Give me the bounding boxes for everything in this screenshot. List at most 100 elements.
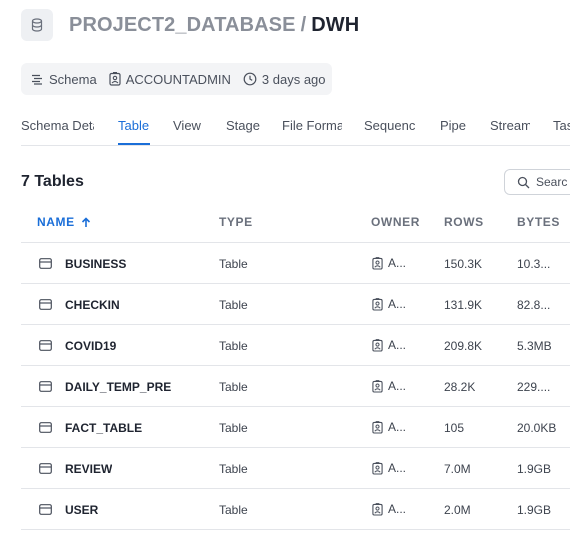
- column-header-name-label: NAME: [37, 215, 75, 229]
- owner-role-icon: [372, 256, 388, 270]
- column-header-name[interactable]: NAME: [37, 215, 91, 229]
- meta-kind-label: Schema: [49, 71, 97, 87]
- meta-owner: ACCOUNTADMIN: [109, 72, 231, 87]
- table-icon: [39, 256, 52, 274]
- page-title: PROJECT2_DATABASE / DWH: [69, 14, 359, 37]
- tab-sequence[interactable]: Sequenc: [364, 118, 417, 140]
- table-name[interactable]: REVIEW: [65, 462, 112, 476]
- table-icon: [39, 420, 52, 438]
- column-header-owner[interactable]: OWNER: [371, 215, 420, 229]
- owner-role-icon: [372, 461, 388, 475]
- object-tabs: Schema Deta Table View Stage File Forma …: [21, 112, 570, 146]
- table-owner-label: A...: [388, 461, 407, 475]
- table-owner: A...: [372, 461, 406, 475]
- table-bytes: 10.3...: [517, 257, 551, 271]
- sort-ascending-icon: [81, 216, 90, 227]
- schema-icon: [32, 74, 42, 85]
- table-icon: [39, 379, 52, 397]
- tab-table[interactable]: Table: [118, 118, 149, 140]
- owner-role-icon: [372, 338, 388, 352]
- owner-role-icon: [372, 297, 388, 311]
- table-row[interactable]: FACT_TABLE Table A... 105 20.0KB: [21, 406, 570, 447]
- table-owner-label: A...: [388, 502, 407, 516]
- search-icon: [517, 176, 530, 188]
- breadcrumb-database[interactable]: PROJECT2_DATABASE: [69, 14, 296, 36]
- owner-role-icon: [372, 502, 388, 516]
- table-type: Table: [219, 380, 248, 394]
- active-tab-indicator: [118, 143, 150, 145]
- table-row[interactable]: REVIEW Table A... 7.0M 1.9GB: [21, 447, 570, 488]
- table-row[interactable]: COVID19 Table A... 209.8K 5.3MB: [21, 324, 570, 365]
- table-type: Table: [219, 462, 248, 476]
- table-rows: 209.8K: [444, 339, 483, 353]
- column-header-rows[interactable]: ROWS: [444, 215, 484, 229]
- table-bytes: 229....: [517, 380, 551, 394]
- column-header-type[interactable]: TYPE: [219, 215, 253, 229]
- table-name[interactable]: USER: [65, 503, 98, 517]
- table-bytes: 5.3MB: [517, 339, 552, 353]
- tab-file-format[interactable]: File Forma: [282, 118, 342, 140]
- table-icon: [39, 338, 52, 356]
- table-rows: 2.0M: [444, 503, 471, 517]
- meta-updated: 3 days ago: [243, 72, 326, 87]
- meta-kind: Schema: [31, 72, 97, 87]
- table-rows: 7.0M: [444, 462, 471, 476]
- table-rows: 105: [444, 421, 465, 435]
- clock-icon: [243, 72, 257, 86]
- table-rows: 28.2K: [444, 380, 476, 394]
- table-name[interactable]: FACT_TABLE: [65, 421, 142, 435]
- table-icon: [39, 297, 52, 315]
- table-owner-label: A...: [388, 420, 407, 434]
- table-name[interactable]: COVID19: [65, 339, 116, 353]
- table-count: 7 Tables: [21, 173, 84, 190]
- breadcrumb-separator: /: [300, 13, 307, 36]
- table-owner: A...: [372, 379, 406, 393]
- table-bytes: 1.9GB: [517, 462, 552, 476]
- table-bottom-divider: [21, 529, 570, 530]
- table-type: Table: [219, 298, 248, 312]
- search-label: Searc: [536, 175, 568, 189]
- table-rows: 131.9K: [444, 298, 483, 312]
- owner-role-icon: [372, 379, 388, 393]
- meta-updated-label: 3 days ago: [261, 71, 326, 87]
- table-row[interactable]: BUSINESS Table A... 150.3K 10.3...: [21, 242, 570, 283]
- search-button[interactable]: Searc: [504, 169, 570, 195]
- table-name[interactable]: CHECKIN: [65, 298, 120, 312]
- meta-owner-label: ACCOUNTADMIN: [125, 71, 231, 87]
- table-row[interactable]: CHECKIN Table A... 131.9K 82.8...: [21, 283, 570, 324]
- table-row[interactable]: USER Table A... 2.0M 1.9GB: [21, 488, 570, 529]
- table-owner: A...: [372, 502, 406, 516]
- table-type: Table: [219, 339, 248, 353]
- table-name[interactable]: DAILY_TEMP_PRE: [65, 380, 171, 394]
- table-bytes: 1.9GB: [517, 503, 552, 517]
- tab-view[interactable]: View: [173, 118, 201, 140]
- tab-stream[interactable]: Stream: [490, 118, 530, 140]
- table-icon: [39, 461, 52, 479]
- tab-task[interactable]: Tas: [553, 118, 570, 140]
- tab-schema-details[interactable]: Schema Deta: [21, 118, 94, 140]
- table-name[interactable]: BUSINESS: [65, 257, 126, 271]
- table-owner: A...: [372, 420, 406, 434]
- table-type: Table: [219, 421, 248, 435]
- table-type: Table: [219, 257, 248, 271]
- table-owner: A...: [372, 297, 406, 311]
- table-row[interactable]: DAILY_TEMP_PRE Table A... 28.2K 229....: [21, 365, 570, 406]
- column-header-bytes[interactable]: BYTES: [517, 215, 560, 229]
- table-bytes: 82.8...: [517, 298, 551, 312]
- breadcrumb-schema: DWH: [311, 13, 360, 36]
- tab-pipe[interactable]: Pipe: [440, 118, 466, 140]
- user-badge-icon: [109, 72, 121, 86]
- tab-stage[interactable]: Stage: [226, 118, 260, 140]
- table-owner: A...: [372, 256, 406, 270]
- table-owner: A...: [372, 338, 406, 352]
- table-owner-label: A...: [388, 256, 407, 270]
- page-header: PROJECT2_DATABASE / DWH: [21, 8, 359, 42]
- table-type: Table: [219, 503, 248, 517]
- owner-role-icon: [372, 420, 388, 434]
- table-bytes: 20.0KB: [517, 421, 557, 435]
- database-icon: [21, 9, 53, 41]
- table-owner-label: A...: [388, 379, 407, 393]
- table-owner-label: A...: [388, 297, 407, 311]
- schema-meta-bar: Schema ACCOUNTADMIN 3 days ago: [21, 63, 332, 95]
- table-owner-label: A...: [388, 338, 407, 352]
